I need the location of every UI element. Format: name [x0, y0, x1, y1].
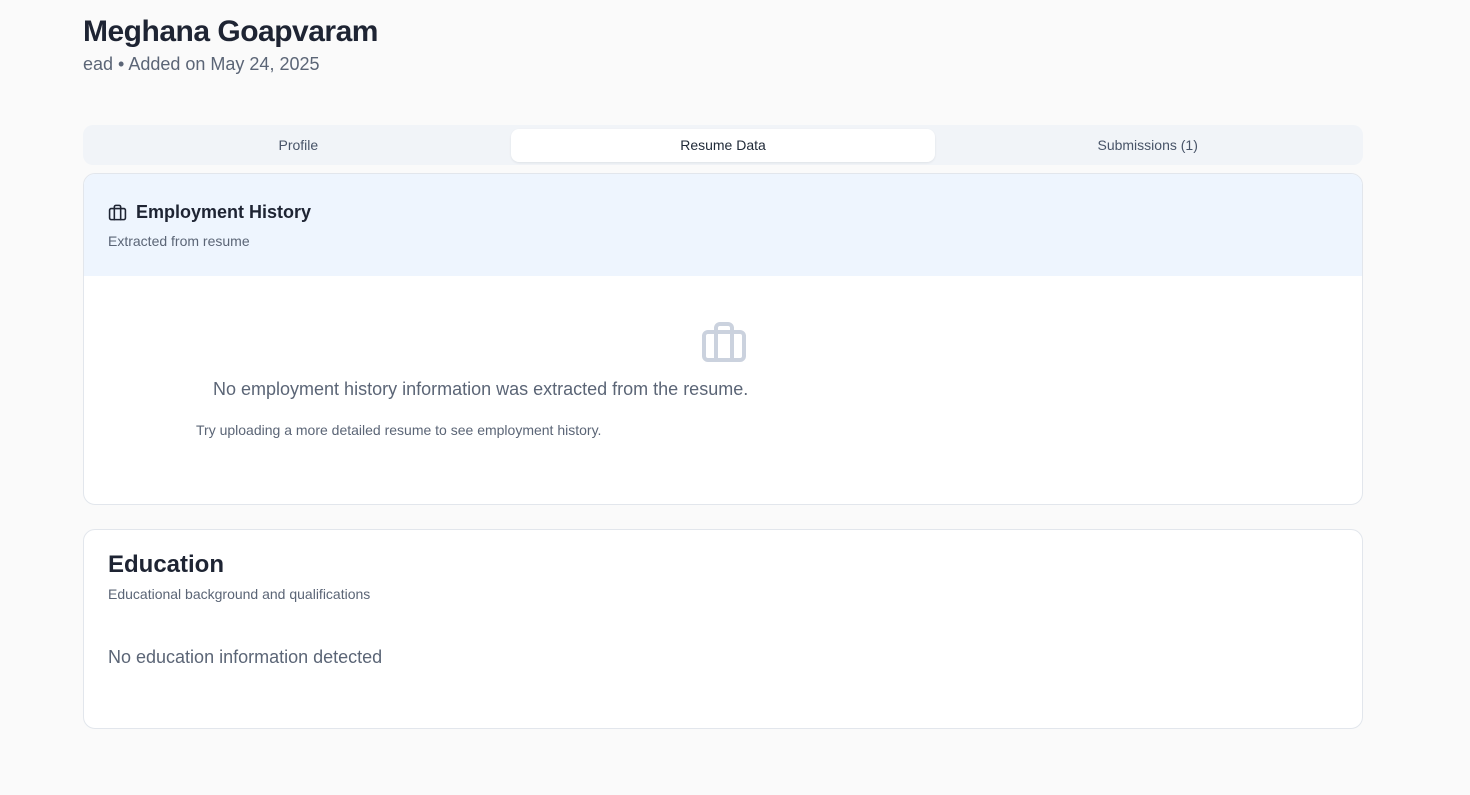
briefcase-icon: [700, 318, 748, 371]
employment-title-row: Employment History: [108, 202, 1338, 223]
education-description: Educational background and qualification…: [108, 586, 371, 602]
employment-empty-state: No employment history information was ex…: [84, 276, 1362, 504]
candidate-meta: ead • Added on May 24, 2025: [83, 54, 320, 74]
employment-title: Employment History: [136, 202, 312, 222]
education-title: Education: [108, 551, 225, 578]
employment-empty-hint: Try uploading a more detailed resume to …: [196, 422, 602, 438]
education-empty-message: No education information detected: [108, 647, 383, 667]
employment-header: Employment History Extracted from resume: [84, 174, 1362, 276]
candidate-name: Meghana Goapvaram: [83, 15, 378, 48]
tab-submissions[interactable]: Submissions (1): [935, 129, 1360, 162]
page-header: Meghana Goapvaram ead • Added on May 24,…: [83, 14, 378, 76]
tab-resume-data[interactable]: Resume Data: [510, 128, 936, 162]
employment-history-card: Employment History Extracted from resume…: [83, 173, 1363, 505]
briefcase-icon: [108, 203, 127, 222]
tab-profile[interactable]: Profile: [86, 129, 511, 162]
employment-empty-message: No employment history information was ex…: [213, 379, 749, 399]
tab-bar: Profile Resume Data Submissions (1): [83, 125, 1363, 165]
candidate-page: Meghana Goapvaram ead • Added on May 24,…: [0, 0, 1470, 795]
education-card: Education Educational background and qua…: [83, 529, 1363, 729]
employment-description: Extracted from resume: [108, 233, 250, 249]
